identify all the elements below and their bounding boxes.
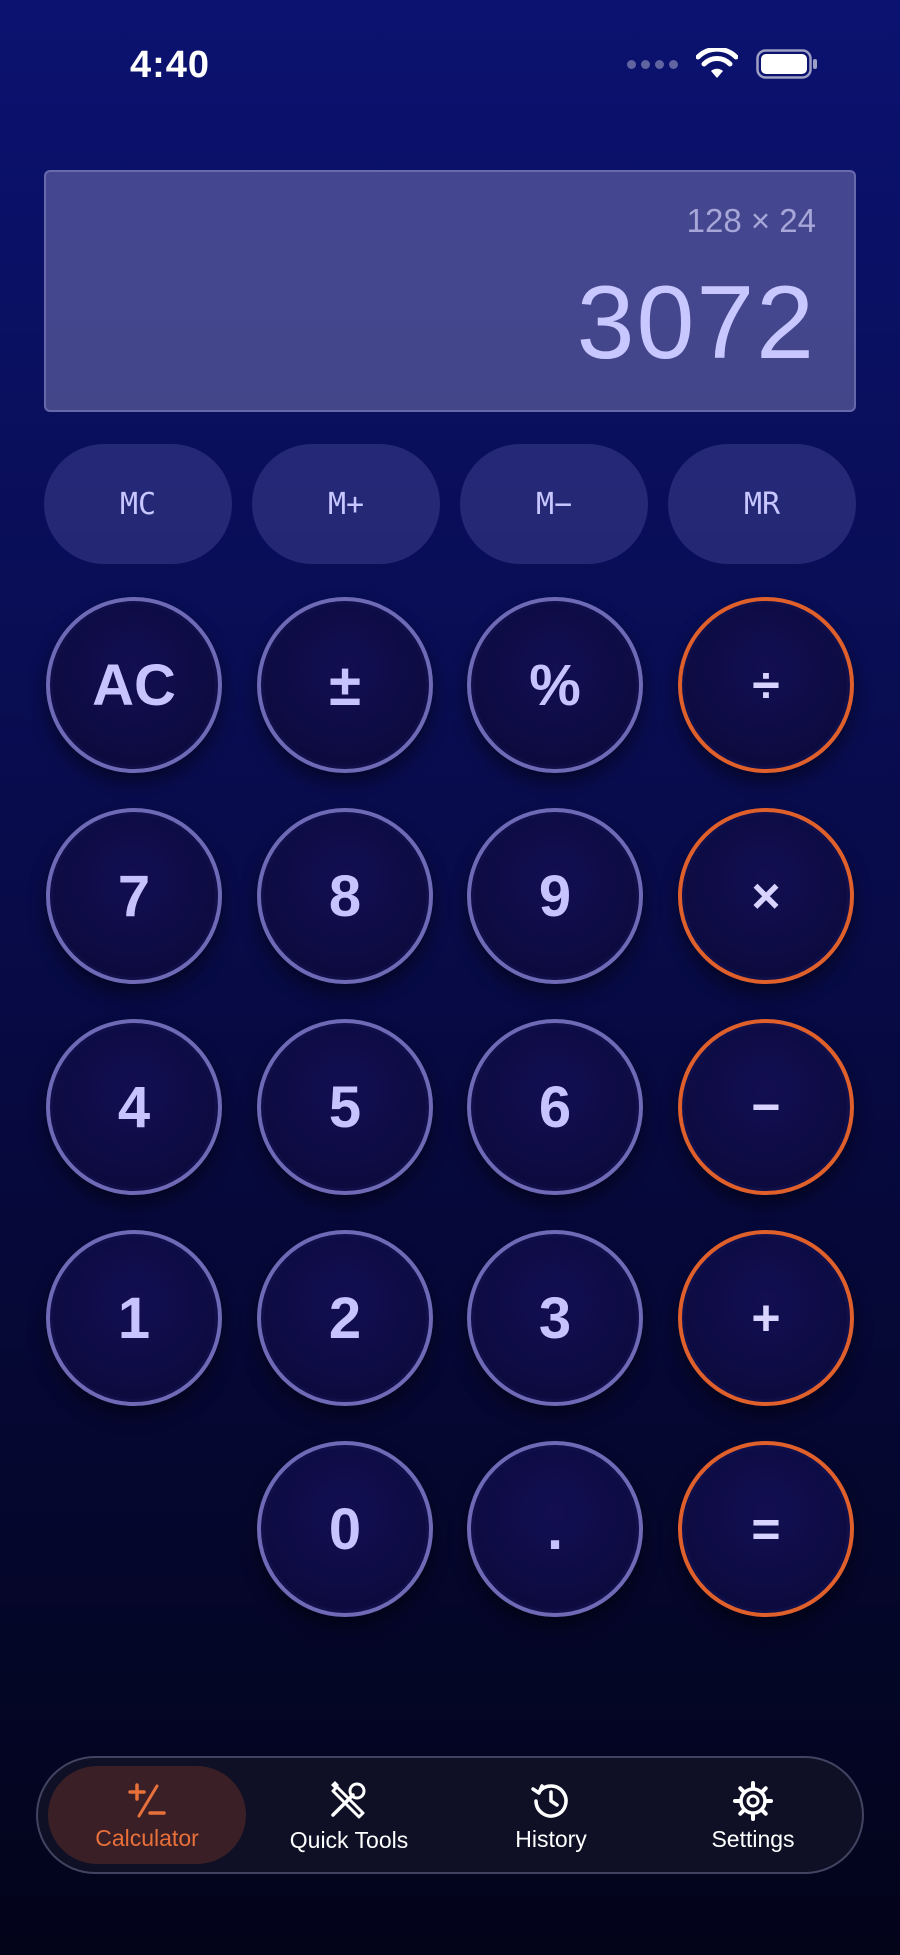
tools-icon — [327, 1779, 371, 1829]
all-clear-button[interactable]: AC — [46, 597, 222, 773]
memory-recall-button[interactable]: MR — [668, 444, 856, 564]
result-text: 3072 — [576, 265, 816, 381]
equals-button[interactable]: = — [678, 1441, 854, 1617]
status-time: 4:40 — [130, 44, 211, 86]
tab-bar: Calculator Quick Tools History Settings — [36, 1756, 864, 1874]
digit-5-button[interactable]: 5 — [257, 1019, 433, 1195]
digit-3-button[interactable]: 3 — [467, 1230, 643, 1406]
history-icon — [530, 1780, 572, 1828]
multiply-button[interactable]: × — [678, 808, 854, 984]
plus-minus-button[interactable]: ± — [257, 597, 433, 773]
cellular-signal-icon — [627, 59, 678, 69]
digit-8-button[interactable]: 8 — [257, 808, 433, 984]
memory-add-button[interactable]: M+ — [252, 444, 440, 564]
tab-label: Settings — [711, 1825, 795, 1852]
tab-label: Calculator — [95, 1824, 199, 1851]
plus-minus-icon — [127, 1781, 167, 1827]
add-button[interactable]: + — [678, 1230, 854, 1406]
tab-quick-tools[interactable]: Quick Tools — [250, 1766, 448, 1864]
gear-icon — [732, 1780, 774, 1828]
status-indicators — [627, 48, 818, 80]
tab-settings[interactable]: Settings — [654, 1766, 852, 1864]
divide-button[interactable]: ÷ — [678, 597, 854, 773]
calculator-display: 128 × 24 3072 — [44, 170, 856, 412]
digit-4-button[interactable]: 4 — [46, 1019, 222, 1195]
expression-text: 128 × 24 — [686, 202, 816, 239]
digit-1-button[interactable]: 1 — [46, 1230, 222, 1406]
memory-clear-button[interactable]: MC — [44, 444, 232, 564]
battery-icon — [756, 49, 818, 79]
status-bar: 4:40 — [0, 0, 900, 130]
memory-subtract-button[interactable]: M− — [460, 444, 648, 564]
tab-calculator[interactable]: Calculator — [48, 1766, 246, 1864]
digit-9-button[interactable]: 9 — [467, 808, 643, 984]
wifi-icon — [696, 48, 738, 80]
decimal-button[interactable]: . — [467, 1441, 643, 1617]
tab-label: Quick Tools — [289, 1826, 409, 1853]
memory-row: MC M+ M− MR — [44, 444, 856, 564]
digit-6-button[interactable]: 6 — [467, 1019, 643, 1195]
subtract-button[interactable]: − — [678, 1019, 854, 1195]
tab-label: History — [515, 1825, 587, 1852]
digit-0-button[interactable]: 0 — [257, 1441, 433, 1617]
digit-7-button[interactable]: 7 — [46, 808, 222, 984]
percent-button[interactable]: % — [467, 597, 643, 773]
digit-2-button[interactable]: 2 — [257, 1230, 433, 1406]
tab-history[interactable]: History — [452, 1766, 650, 1864]
